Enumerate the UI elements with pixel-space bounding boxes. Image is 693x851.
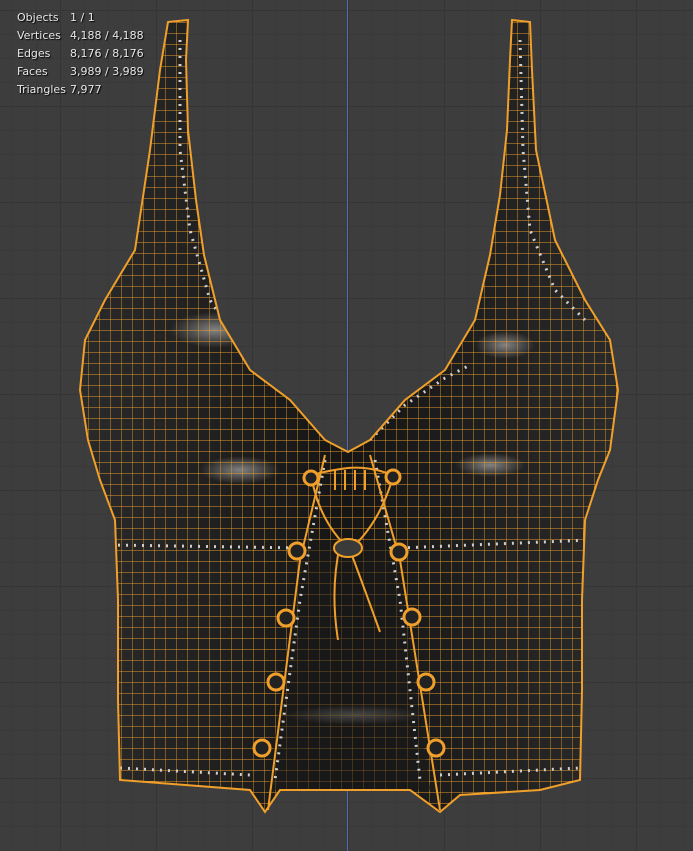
eyelet-right-4 xyxy=(426,738,446,758)
eyelet-top-right xyxy=(384,468,402,486)
eyelet-right-2 xyxy=(402,607,422,627)
eyelet-left-2 xyxy=(276,608,296,628)
eyelet-left-3 xyxy=(266,672,286,692)
3d-viewport[interactable]: Objects 1 / 1 Vertices 4,188 / 4,188 Edg… xyxy=(0,0,693,851)
eyelet-left-4 xyxy=(252,738,272,758)
vest-mesh-object[interactable] xyxy=(0,0,693,851)
eyelet-right-1 xyxy=(389,542,409,562)
eyelet-top-left xyxy=(302,469,320,487)
eyelet-right-3 xyxy=(416,672,436,692)
lacing-knot xyxy=(333,538,363,558)
eyelet-left-1 xyxy=(287,541,307,561)
vest-wireframe-group xyxy=(80,20,618,812)
